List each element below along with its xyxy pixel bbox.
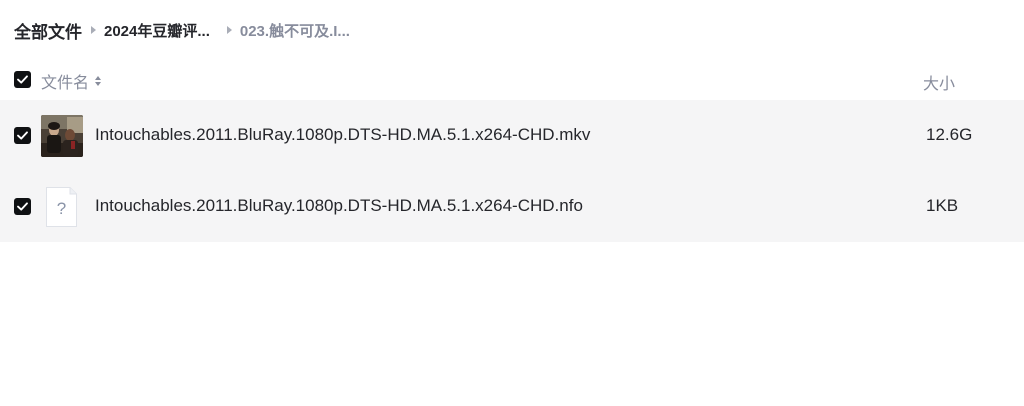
breadcrumb-folder[interactable]: 2024年豆瓣评... — [104, 20, 210, 41]
breadcrumb-separator-icon — [226, 26, 232, 34]
checkmark-icon — [17, 131, 28, 140]
breadcrumb: 全部文件 2024年豆瓣评... 023.触不可及.I... — [14, 18, 350, 42]
breadcrumb-separator-icon — [91, 26, 96, 34]
breadcrumb-current: 023.触不可及.I... — [239, 22, 350, 40]
file-browser: 全部文件 2024年豆瓣评... 023.触不可及.I... 文件名 大小 In… — [0, 0, 1024, 406]
file-row[interactable]: Intouchables.2011.BluRay.1080p.DTS-HD.MA… — [0, 100, 1024, 171]
column-header-size: 大小 — [923, 76, 956, 93]
select-all-checkbox[interactable] — [14, 71, 31, 88]
column-header-name-label: 文件名 — [41, 75, 90, 92]
file-list: Intouchables.2011.BluRay.1080p.DTS-HD.MA… — [0, 100, 1024, 242]
breadcrumb-root[interactable]: 全部文件 — [14, 18, 82, 43]
file-name[interactable]: Intouchables.2011.BluRay.1080p.DTS-HD.MA… — [95, 125, 590, 145]
sort-icon[interactable] — [95, 76, 102, 86]
list-header: 文件名 大小 — [0, 60, 1024, 100]
column-header-name[interactable]: 文件名 — [41, 69, 102, 93]
file-size: 1KB — [926, 196, 959, 215]
file-row[interactable]: ? Intouchables.2011.BluRay.1080p.DTS-HD.… — [0, 171, 1024, 242]
file-checkbox[interactable] — [14, 198, 31, 215]
file-name[interactable]: Intouchables.2011.BluRay.1080p.DTS-HD.MA… — [95, 196, 583, 216]
checkmark-icon — [17, 202, 28, 211]
unknown-file-icon: ? — [45, 186, 78, 228]
svg-text:?: ? — [57, 199, 66, 218]
video-thumbnail — [41, 115, 83, 157]
checkmark-icon — [17, 75, 28, 84]
file-size: 12.6G — [926, 125, 973, 144]
file-checkbox[interactable] — [14, 127, 31, 144]
